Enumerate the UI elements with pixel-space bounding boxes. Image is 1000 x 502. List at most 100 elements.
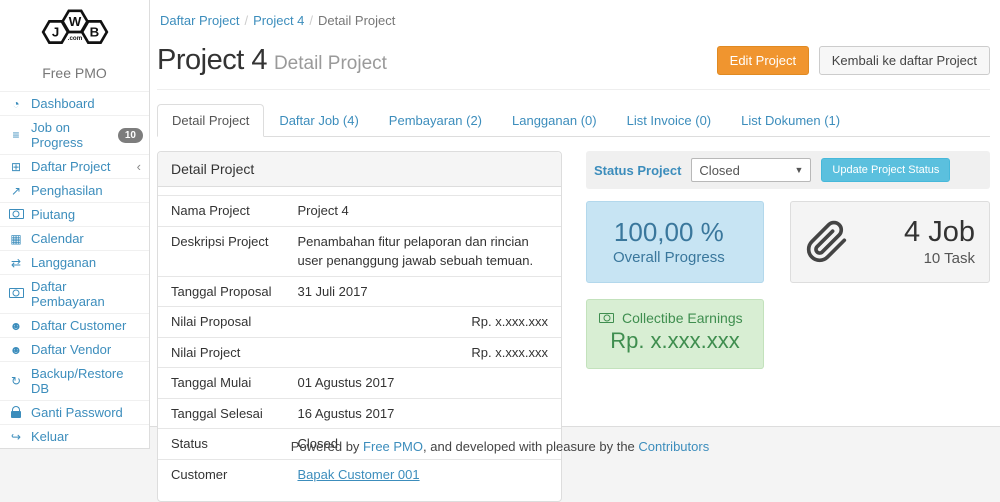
sidebar-item-langganan[interactable]: ⇄ Langganan	[0, 250, 149, 274]
sidebar-item-label: Penghasilan	[31, 183, 103, 198]
row-label: Deskripsi Project	[158, 226, 284, 276]
sidebar-item-label: Job on Progress	[31, 120, 111, 150]
main-content: Daftar Project/Project 4/Detail Project …	[150, 0, 1000, 427]
users-icon: ☻	[8, 344, 24, 356]
sidebar-item-daftar-customer[interactable]: ☻Daftar Customer	[0, 313, 149, 337]
progress-caption: Overall Progress	[613, 249, 725, 266]
sidebar-item-label: Daftar Pembayaran	[31, 279, 143, 309]
sidebar: J W B .com Free PMO ◔ Dashboard ≡ Job on Pr…	[0, 0, 150, 449]
row-value: 01 Agustus 2017	[284, 368, 561, 399]
app-name: Free PMO	[0, 63, 149, 91]
money-icon	[8, 209, 24, 221]
caret-down-icon: ▼	[795, 165, 804, 175]
row-value: Project 4	[284, 196, 561, 227]
row-label: Nama Project	[158, 196, 284, 227]
tab-bar: Detail ProjectDaftar Job (4)Pembayaran (…	[157, 104, 990, 137]
edit-project-button[interactable]: Edit Project	[717, 46, 809, 75]
row-value: 16 Agustus 2017	[284, 398, 561, 429]
sidebar-item-daftar-vendor[interactable]: ☻ Daftar Vendor	[0, 337, 149, 361]
sidebar-item-piutang[interactable]: Piutang	[0, 202, 149, 226]
table-row: Tanggal Selesai16 Agustus 2017	[158, 398, 561, 429]
tab-langganan-0[interactable]: Langganan (0)	[497, 104, 612, 137]
money-icon	[8, 288, 24, 300]
footer-link-contributors[interactable]: Contributors	[638, 439, 709, 454]
footer-text-middle: , and developed with pleasure by the	[423, 439, 638, 454]
logo-domain: .com	[67, 35, 82, 42]
sidebar-item-calendar[interactable]: ▦ Calendar	[0, 226, 149, 250]
update-status-button[interactable]: Update Project Status	[821, 158, 950, 182]
footer: Powered by Free PMO, and developed with …	[0, 427, 1000, 478]
breadcrumb-separator: /	[239, 13, 253, 28]
sidebar-item-job-on-progress[interactable]: ≡ Job on Progress 10	[0, 115, 149, 154]
logo-letter-j: J	[51, 24, 58, 39]
row-label: Tanggal Proposal	[158, 276, 284, 307]
row-value: Rp. x.xxx.xxx	[284, 307, 561, 338]
table-row: Nama ProjectProject 4	[158, 196, 561, 227]
sidebar-item-label: Daftar Project	[31, 159, 110, 174]
sidebar-item-daftar-pembayaran[interactable]: Daftar Pembayaran	[0, 274, 149, 313]
breadcrumb: Daftar Project/Project 4/Detail Project	[157, 0, 990, 34]
refresh-icon: ↻	[8, 375, 24, 387]
detail-panel-title: Detail Project	[158, 152, 561, 187]
line-chart-icon: ↗	[8, 185, 24, 197]
tab-daftar-job-4[interactable]: Daftar Job (4)	[264, 104, 373, 137]
logo-letter-w: W	[68, 14, 81, 29]
bars-icon: ≡	[8, 129, 24, 141]
sidebar-item-ganti-password[interactable]: Ganti Password	[0, 400, 149, 424]
row-value: 31 Juli 2017	[284, 276, 561, 307]
money-icon	[599, 313, 614, 323]
retweet-icon: ⇄	[8, 257, 24, 269]
sidebar-item-daftar-project[interactable]: ⊞Daftar Project‹	[0, 154, 149, 178]
breadcrumb-item-detail-project: Detail Project	[318, 13, 395, 28]
table-row: Nilai ProposalRp. x.xxx.xxx	[158, 307, 561, 338]
status-select[interactable]: Closed ▼	[691, 158, 811, 182]
brand-logo[interactable]: J W B .com	[0, 0, 149, 63]
sidebar-item-label: Daftar Vendor	[31, 342, 111, 357]
overall-progress-card: 100,00 % Overall Progress	[586, 201, 764, 283]
dashboard-icon: ◔	[8, 98, 24, 110]
table-row: Deskripsi ProjectPenambahan fitur pelapo…	[158, 226, 561, 276]
page-title: Project 4	[157, 44, 267, 76]
count-badge: 10	[118, 128, 143, 143]
row-label: Tanggal Selesai	[158, 398, 284, 429]
header-buttons: Edit Project Kembali ke daftar Project	[717, 46, 990, 75]
sidebar-item-label: Piutang	[31, 207, 75, 222]
paperclip-icon	[805, 220, 849, 264]
page-subtitle: Detail Project	[274, 53, 387, 74]
jwb-logo-icon: J W B .com	[29, 6, 121, 58]
page-header: Project 4 Detail Project Edit Project Kem…	[157, 40, 990, 90]
jobs-card: 4 Job 10 Task	[790, 201, 990, 283]
breadcrumb-separator: /	[304, 13, 318, 28]
row-label: Nilai Proposal	[158, 307, 284, 338]
footer-text-prefix: Powered by	[291, 439, 363, 454]
sidebar-item-dashboard[interactable]: ◔ Dashboard	[0, 91, 149, 115]
breadcrumb-item-daftar-project[interactable]: Daftar Project	[160, 13, 239, 28]
logo-letter-b: B	[89, 24, 99, 39]
app-window: J W B .com Free PMO ◔ Dashboard ≡ Job on Pr…	[0, 0, 1000, 478]
row-label: Tanggal Mulai	[158, 368, 284, 399]
calendar-icon: ▦	[8, 233, 24, 245]
sidebar-item-label: Backup/Restore DB	[31, 366, 143, 396]
sidebar-item-label: Dashboard	[31, 96, 95, 111]
breadcrumb-item-project-4[interactable]: Project 4	[253, 13, 304, 28]
earnings-value: Rp. x.xxx.xxx	[599, 328, 751, 354]
earnings-card: Collectibe Earnings Rp. x.xxx.xxx	[586, 299, 764, 369]
row-value: Penambahan fitur pelaporan dan rincian u…	[284, 226, 561, 276]
sidebar-item-label: Langganan	[31, 255, 96, 270]
jobs-count: 4 Job	[904, 217, 975, 249]
sidebar-item-label: Calendar	[31, 231, 84, 246]
table-row: Tanggal Mulai01 Agustus 2017	[158, 368, 561, 399]
footer-link-free-pmo[interactable]: Free PMO	[363, 439, 423, 454]
back-to-list-button[interactable]: Kembali ke daftar Project	[819, 46, 990, 75]
sidebar-item-backup-restore-db[interactable]: ↻ Backup/Restore DB	[0, 361, 149, 400]
sidebar-item-penghasilan[interactable]: ↗ Penghasilan	[0, 178, 149, 202]
earnings-title: Collectibe Earnings	[622, 310, 743, 326]
table-row: Tanggal Proposal31 Juli 2017	[158, 276, 561, 307]
tab-list-invoice-0[interactable]: List Invoice (0)	[612, 104, 727, 137]
sidebar-item-label: Ganti Password	[31, 405, 123, 420]
tab-pembayaran-2[interactable]: Pembayaran (2)	[374, 104, 497, 137]
sidebar-item-label: Daftar Customer	[31, 318, 126, 333]
tab-detail-project[interactable]: Detail Project	[157, 104, 264, 137]
tab-list-dokumen-1[interactable]: List Dokumen (1)	[726, 104, 855, 137]
row-label: Nilai Project	[158, 337, 284, 368]
